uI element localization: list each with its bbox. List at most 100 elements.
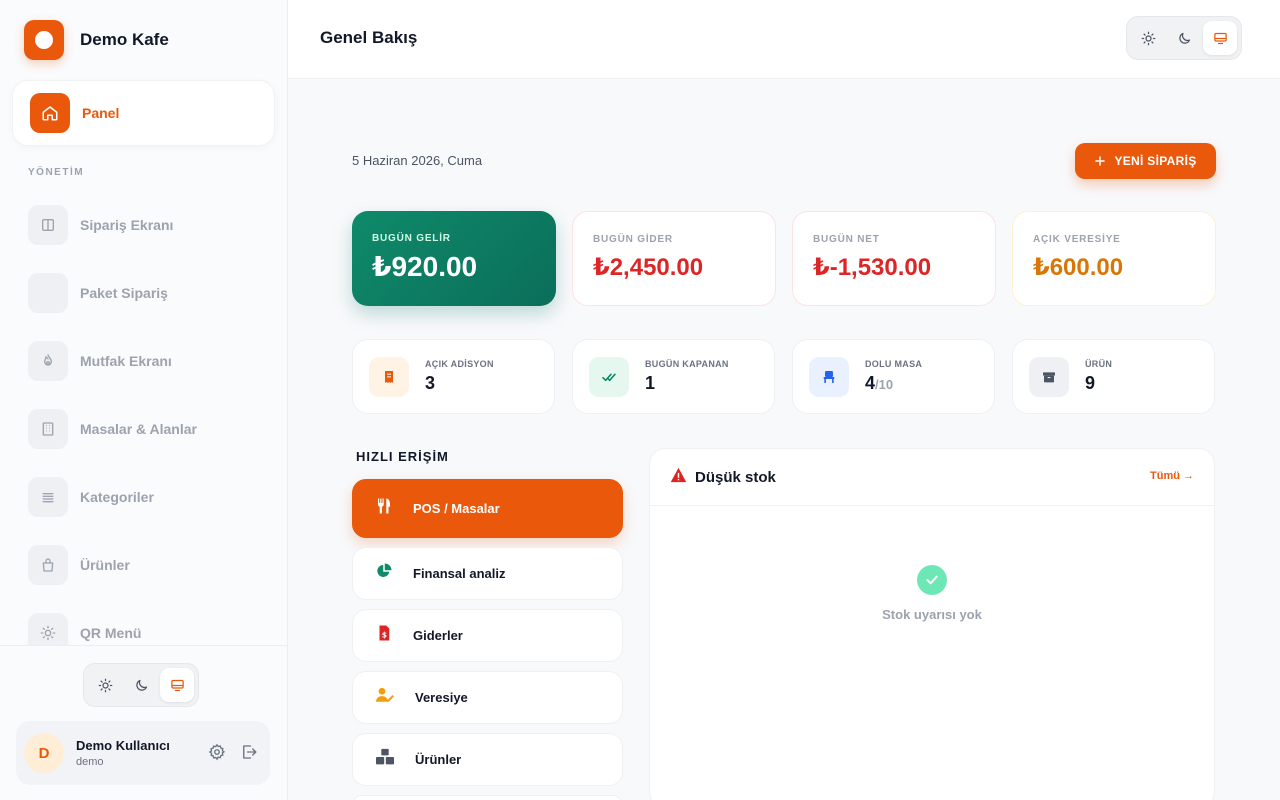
quick-item-label: Veresiye: [415, 690, 468, 705]
mini-stat-value: 1: [645, 373, 656, 393]
columns-icon: [28, 205, 68, 245]
mini-stat-value: 4: [865, 373, 876, 393]
settings-button[interactable]: [208, 743, 226, 766]
new-order-label: YENİ SİPARİŞ: [1114, 154, 1197, 168]
quick-item-label: Ürünler: [415, 752, 462, 767]
box-icon: [1029, 356, 1069, 397]
check-circle-icon: [917, 565, 947, 595]
avatar: D: [24, 733, 64, 773]
new-order-button[interactable]: YENİ SİPARİŞ: [1075, 143, 1216, 179]
mini-stat-products: ÜRÜN 9: [1012, 339, 1215, 414]
svg-text:$: $: [382, 631, 387, 640]
gear-icon: [208, 743, 226, 761]
sidebar-item-mutfak-ekrani[interactable]: Mutfak Ekranı: [28, 341, 268, 381]
sidebar-item-paket-siparis[interactable]: Paket Sipariş: [28, 273, 268, 313]
sidebar-item-label: Sipariş Ekranı: [80, 217, 174, 233]
quick-item-label: POS / Masalar: [413, 501, 500, 516]
sidebar-item-label: Mutfak Ekranı: [80, 353, 172, 369]
sidebar: Demo Kafe Panel YÖNETİM Sipariş Ekranı P…: [0, 0, 288, 800]
user-role: demo: [76, 756, 104, 768]
section-label: YÖNETİM: [28, 167, 85, 178]
quick-item-label: Finansal analiz: [413, 566, 506, 581]
package-icon: [28, 273, 68, 313]
sidebar-item-siparis-ekrani[interactable]: Sipariş Ekranı: [28, 205, 268, 245]
quick-item-label: Giderler: [413, 628, 463, 643]
sidebar-item-urunler[interactable]: Ürünler: [28, 545, 268, 585]
mini-stat-label: ÜRÜN: [1085, 359, 1113, 369]
moon-icon: [135, 679, 147, 691]
bag-icon: [28, 545, 68, 585]
list-icon: [28, 477, 68, 517]
sidebar-item-label: Ürünler: [80, 557, 130, 573]
logout-icon: [243, 745, 257, 759]
flame-icon: [28, 341, 68, 381]
stat-label: BUGÜN GİDER: [593, 234, 673, 245]
quick-expenses[interactable]: $ Giderler: [352, 609, 623, 662]
mini-stat-label: BUGÜN KAPANAN: [645, 359, 729, 369]
warning-icon: [670, 467, 687, 488]
sidebar-footer: D Demo Kullanıcı demo: [0, 645, 287, 800]
building-icon: [28, 409, 68, 449]
dark-theme-button[interactable]: [124, 668, 158, 702]
quick-next-item[interactable]: [352, 795, 623, 800]
home-icon: [30, 93, 70, 133]
monitor-icon: [1213, 32, 1227, 44]
sidebar-item-panel[interactable]: Panel: [12, 80, 275, 146]
double-check-icon: [589, 356, 629, 397]
sun-icon: [1141, 31, 1155, 45]
sidebar-item-label: Masalar & Alanlar: [80, 421, 197, 437]
user-card: D Demo Kullanıcı demo: [16, 721, 270, 785]
header: Genel Bakış: [288, 0, 1280, 79]
sidebar-item-masalar-alanlar[interactable]: Masalar & Alanlar: [28, 409, 268, 449]
stat-open-credit: AÇIK VERESİYE ₺600.00: [1012, 211, 1216, 306]
sun-icon: [98, 678, 112, 692]
stat-value: ₺-1,530.00: [813, 254, 932, 281]
cutlery-icon: [375, 497, 393, 520]
pie-chart-icon: [375, 562, 393, 585]
quick-financial-analysis[interactable]: Finansal analiz: [352, 547, 623, 600]
low-stock-title: Düşük stok: [695, 468, 776, 486]
brand[interactable]: Demo Kafe: [24, 20, 169, 60]
logout-button[interactable]: [240, 743, 258, 766]
stat-value: ₺2,450.00: [593, 254, 704, 281]
low-stock-empty: Stok uyarısı yok: [650, 565, 1214, 622]
sidebar-item-label: Paket Sipariş: [80, 285, 168, 301]
stat-label: AÇIK VERESİYE: [1033, 234, 1121, 245]
user-name: Demo Kullanıcı: [76, 738, 170, 753]
light-theme-button[interactable]: [88, 668, 122, 702]
view-all-link[interactable]: Tümü →: [1150, 470, 1194, 482]
mini-stat-label: DOLU MASA: [865, 359, 923, 369]
mini-stat-open-bills: AÇIK ADİSYON 3: [352, 339, 555, 414]
brand-logo: [24, 20, 64, 60]
page-title: Genel Bakış: [320, 28, 418, 47]
mini-stat-label: AÇIK ADİSYON: [425, 359, 494, 369]
invoice-dollar-icon: $: [375, 624, 393, 647]
stat-label: BUGÜN GELİR: [372, 233, 451, 244]
empty-message: Stok uyarısı yok: [882, 607, 982, 622]
system-theme-button[interactable]: [160, 668, 194, 702]
quick-credit[interactable]: Veresiye: [352, 671, 623, 724]
system-theme-button[interactable]: [1203, 21, 1237, 55]
boxes-icon: [375, 748, 395, 771]
sidebar-item-kategoriler[interactable]: Kategoriler: [28, 477, 268, 517]
mini-stat-closed-today: BUGÜN KAPANAN 1: [572, 339, 775, 414]
stat-today-net: BUGÜN NET ₺-1,530.00: [792, 211, 996, 306]
quick-products[interactable]: Ürünler: [352, 733, 623, 786]
moon-icon: [1178, 32, 1190, 44]
mini-stat-occupied-tables: DOLU MASA 4/10: [792, 339, 995, 414]
dark-theme-button[interactable]: [1167, 21, 1201, 55]
quick-access-title: HIZLI ERİŞİM: [356, 449, 449, 464]
low-stock-header: Düşük stok Tümü →: [650, 449, 1214, 506]
mini-stat-value: 3: [425, 373, 436, 393]
theme-switch: [83, 663, 199, 707]
low-stock-panel: Düşük stok Tümü → Stok uyarısı yok: [649, 448, 1215, 800]
chair-icon: [809, 356, 849, 397]
mini-stat-value: 9: [1085, 373, 1096, 393]
stat-value: ₺600.00: [1033, 254, 1124, 281]
date-text: 5 Haziran 2026, Cuma: [352, 153, 483, 168]
plus-icon: [1095, 156, 1106, 166]
stat-today-expense: BUGÜN GİDER ₺2,450.00: [572, 211, 776, 306]
quick-pos-tables[interactable]: POS / Masalar: [352, 479, 623, 538]
stat-value: ₺920.00: [372, 251, 478, 282]
light-theme-button[interactable]: [1131, 21, 1165, 55]
